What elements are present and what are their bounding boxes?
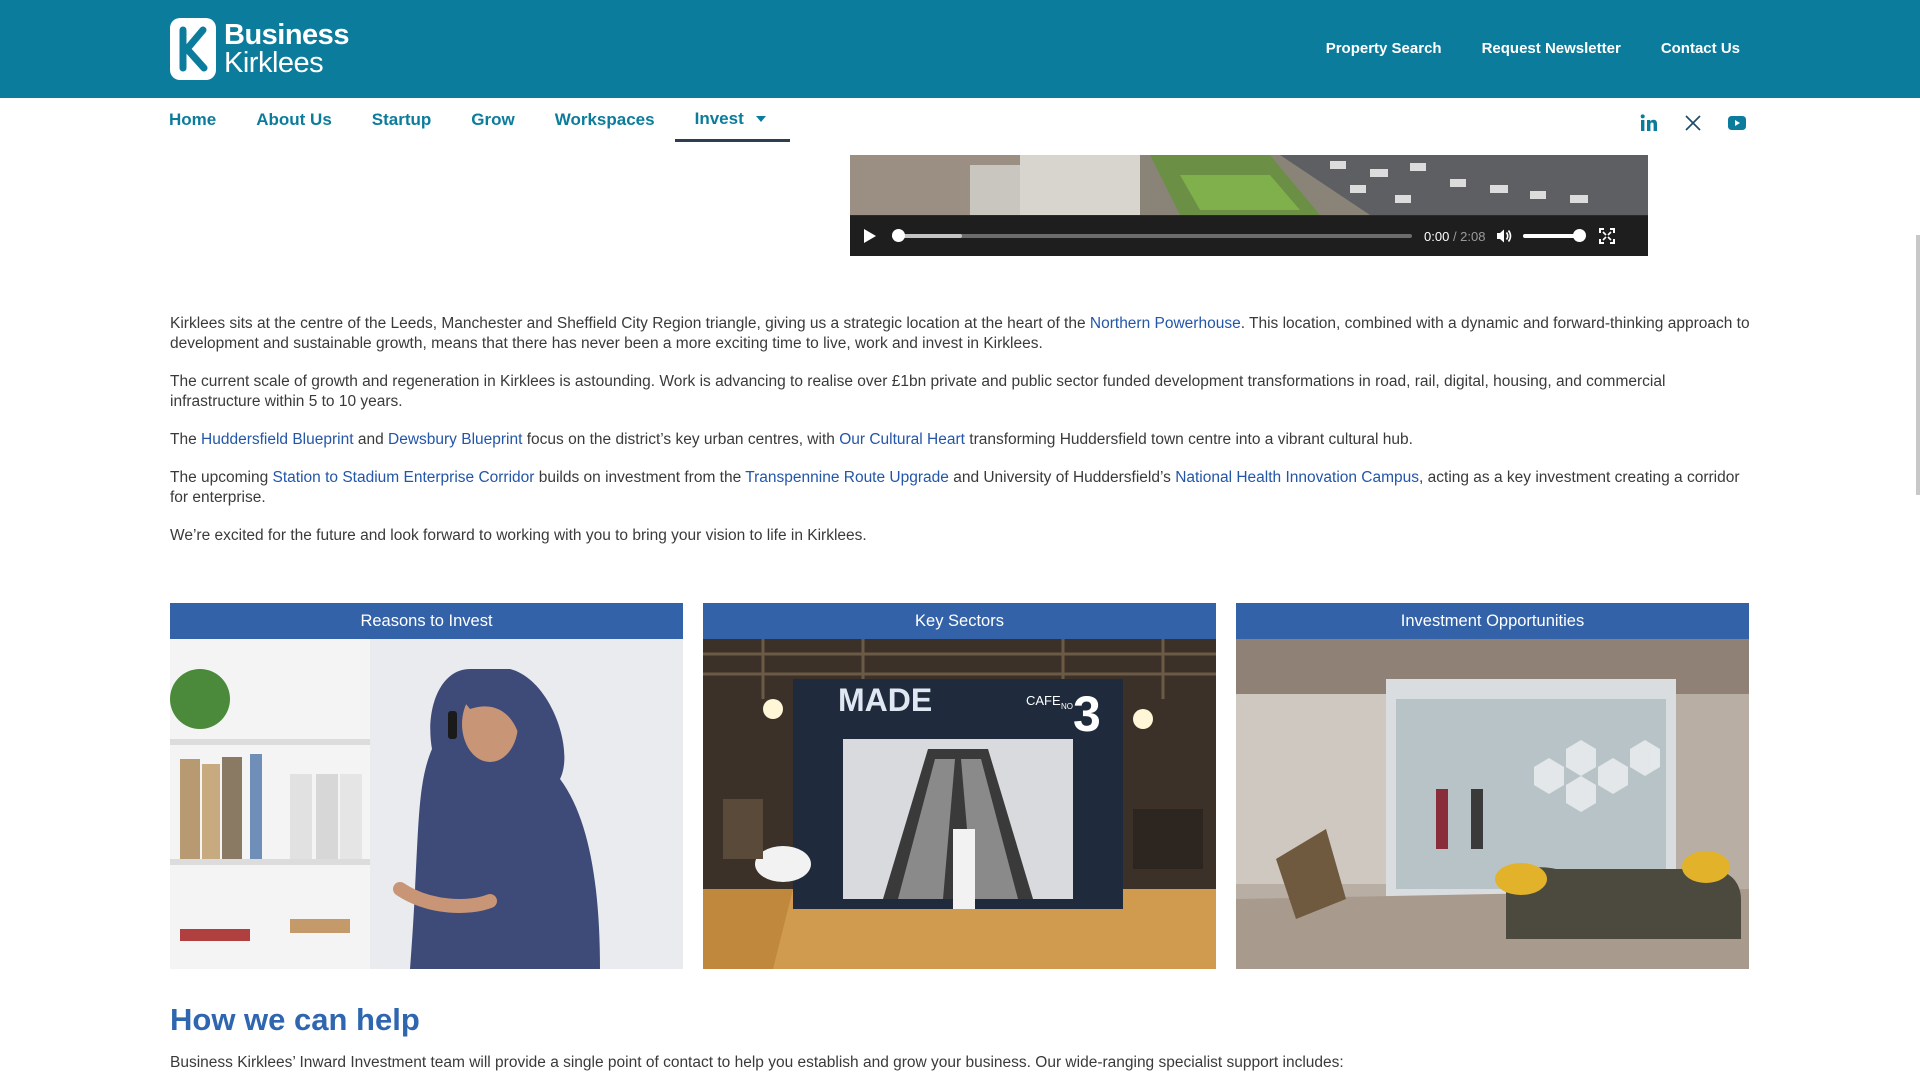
nav-item-grow[interactable]: Grow — [451, 98, 534, 142]
nav-label: About Us — [256, 110, 332, 129]
paragraph-5: We’re excited for the future and look fo… — [170, 527, 867, 544]
current-time: 0:00 — [1424, 228, 1450, 244]
text: transforming Huddersfield town centre in… — [964, 431, 1413, 448]
card-image-office-space — [1236, 639, 1749, 969]
volume-icon[interactable] — [1495, 227, 1513, 245]
nav-label: Grow — [471, 110, 515, 129]
paragraph-2: The current scale of growth and regenera… — [170, 373, 1666, 410]
duration: 2:08 — [1460, 228, 1486, 244]
intro-copy: Kirklees sits at the centre of the Leeds… — [170, 314, 1750, 564]
text: and University of Huddersfield’s — [948, 469, 1176, 486]
nav-item-startup[interactable]: Startup — [352, 98, 452, 142]
linkedin-icon[interactable] — [1638, 112, 1660, 134]
video-time: 0:00 / 2:08 — [1424, 228, 1486, 244]
chevron-down-icon — [755, 115, 766, 122]
paragraph-4: The upcoming Station to Stadium Enterpri… — [170, 468, 1750, 508]
request-newsletter-link[interactable]: Request Newsletter — [1482, 40, 1621, 57]
how-we-can-help-text: Business Kirklees’ Inward Investment tea… — [170, 1054, 1344, 1071]
huddersfield-blueprint-link[interactable]: Huddersfield Blueprint — [201, 431, 354, 448]
card-image-made-store: MADE CAFE NO 3 — [703, 639, 1216, 969]
card-title: Reasons to Invest — [170, 603, 683, 639]
top-links: Property Search Request Newsletter Conta… — [1326, 40, 1740, 57]
paragraph-1: Kirklees sits at the centre of the Leeds… — [170, 314, 1750, 354]
sign-made: MADE — [838, 682, 932, 718]
x-icon[interactable] — [1682, 112, 1704, 134]
card-title: Key Sectors — [703, 603, 1216, 639]
nav-label: Startup — [371, 110, 432, 129]
logo-mark-icon — [170, 18, 216, 80]
volume-slider[interactable] — [1523, 229, 1587, 242]
video-progress-bar[interactable] — [892, 229, 1412, 242]
youtube-icon[interactable] — [1726, 112, 1748, 134]
progress-handle[interactable] — [892, 229, 905, 242]
sign-cafe: CAFE — [1026, 693, 1061, 708]
video-controls: 0:00 / 2:08 — [850, 216, 1648, 256]
text: and — [353, 431, 389, 448]
northern-powerhouse-link[interactable]: Northern Powerhouse — [1090, 315, 1241, 332]
card-investment-opportunities[interactable]: Investment Opportunities — [1236, 603, 1749, 969]
fullscreen-icon[interactable] — [1599, 228, 1616, 244]
invest-cards: Reasons to Invest Key Sectors MADE CAFE … — [170, 603, 1749, 969]
property-search-link[interactable]: Property Search — [1326, 40, 1442, 57]
volume-handle[interactable] — [1573, 229, 1587, 242]
card-reasons-to-invest[interactable]: Reasons to Invest — [170, 603, 683, 969]
transpennine-route-upgrade-link[interactable]: Transpennine Route Upgrade — [745, 469, 949, 486]
nav-item-about-us[interactable]: About Us — [236, 98, 352, 142]
main-navigation: Home About Us Startup Grow Workspaces In… — [168, 98, 790, 142]
nav-label: Invest — [694, 108, 744, 128]
logo-line-1: Business — [224, 19, 349, 51]
card-key-sectors[interactable]: Key Sectors MADE CAFE NO 3 — [703, 603, 1216, 969]
logo-line-2: Kirklees — [224, 47, 324, 79]
business-kirklees-logo[interactable]: Business Kirklees — [170, 18, 349, 80]
text: focus on the district’s key urban centre… — [522, 431, 840, 448]
sign-no: NO — [1061, 702, 1073, 711]
dewsbury-blueprint-link[interactable]: Dewsbury Blueprint — [388, 431, 522, 448]
paragraph-3: The Huddersfield Blueprint and Dewsbury … — [170, 430, 1750, 450]
text: The — [170, 431, 202, 448]
text: Kirklees sits at the centre of the Leeds… — [170, 315, 1090, 332]
station-to-stadium-link[interactable]: Station to Stadium Enterprise Corridor — [273, 469, 535, 486]
nav-label: Workspaces — [554, 110, 655, 129]
card-title: Investment Opportunities — [1236, 603, 1749, 639]
nav-item-invest[interactable]: Invest — [674, 98, 790, 142]
video-player[interactable]: 0:00 / 2:08 — [850, 155, 1648, 256]
social-links — [1638, 112, 1748, 134]
text: builds on investment from the — [534, 469, 746, 486]
text: The upcoming — [170, 469, 273, 486]
play-icon[interactable] — [864, 229, 876, 243]
how-we-can-help-heading: How we can help — [170, 1002, 420, 1037]
our-cultural-heart-link[interactable]: Our Cultural Heart — [839, 431, 965, 448]
nav-item-workspaces[interactable]: Workspaces — [535, 98, 675, 142]
contact-us-link[interactable]: Contact Us — [1661, 40, 1740, 57]
page-scrollbar[interactable] — [1916, 235, 1920, 495]
nav-item-home[interactable]: Home — [168, 98, 236, 142]
card-image-woman-on-phone — [170, 639, 683, 969]
sign-number: 3 — [1073, 686, 1101, 742]
nav-label: Home — [169, 110, 217, 129]
site-header: Business Kirklees Property Search Reques… — [0, 0, 1920, 98]
national-health-innovation-campus-link[interactable]: National Health Innovation Campus — [1175, 469, 1419, 486]
